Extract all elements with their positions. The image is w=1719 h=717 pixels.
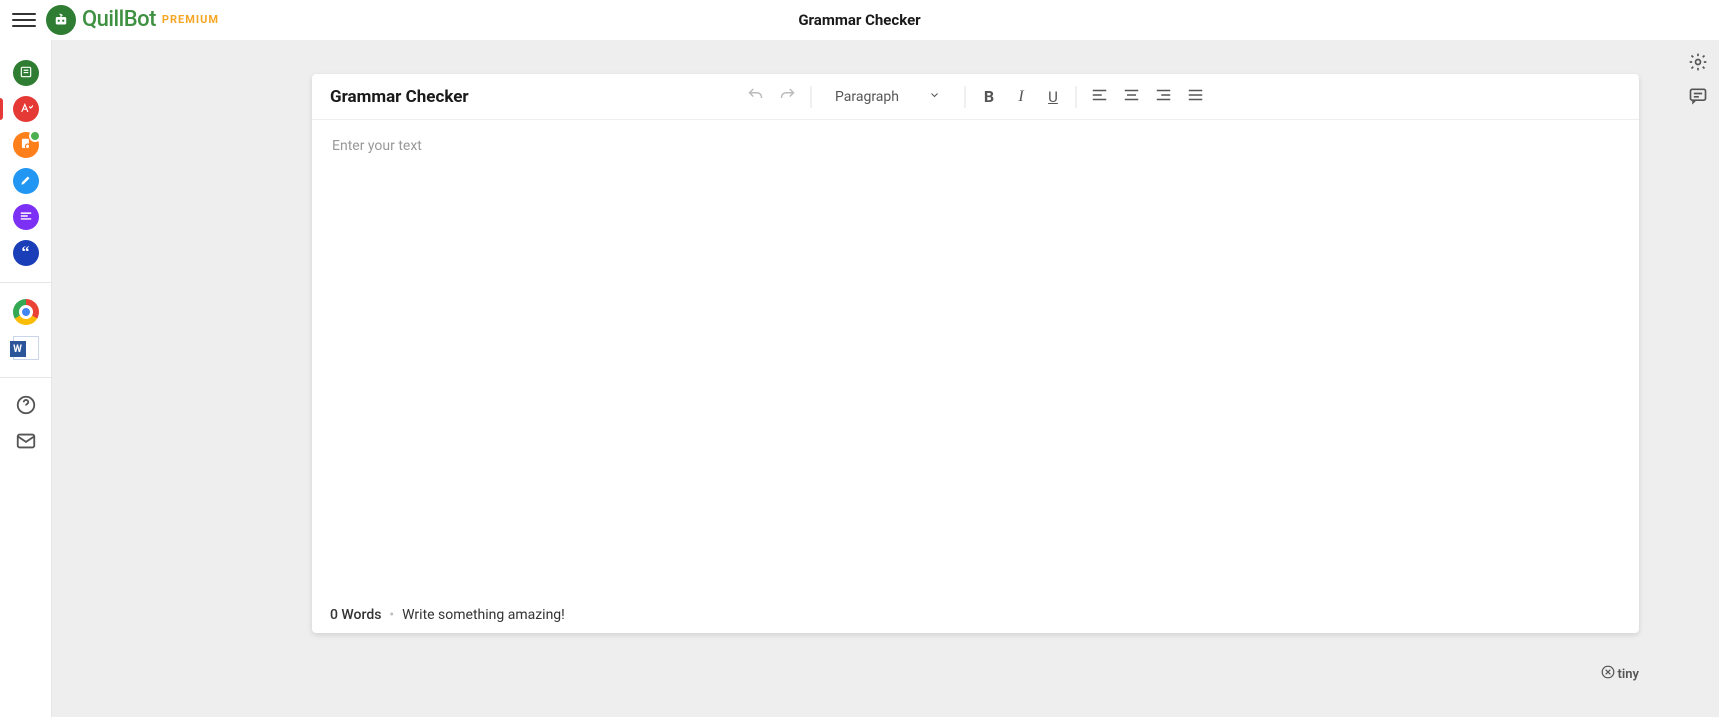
brand-name: QuillBot <box>82 7 156 32</box>
toolbar-divider <box>965 86 966 108</box>
block-format-label: Paragraph <box>835 89 899 105</box>
sidebar-tool-paraphraser[interactable] <box>13 60 39 86</box>
tiny-icon <box>1601 665 1615 683</box>
mail-icon <box>15 430 37 456</box>
editor-footer: 0 Words • Write something amazing! <box>312 597 1639 633</box>
sidebar-separator <box>0 282 51 283</box>
settings-button[interactable] <box>1686 52 1710 76</box>
help-icon <box>15 394 37 420</box>
editor-toolbar: Grammar Checker Paragraph B <box>312 74 1639 120</box>
powered-by-tiny[interactable]: tiny <box>1601 665 1639 683</box>
sidebar-tool-grammar-checker[interactable] <box>13 96 39 122</box>
page-title: Grammar Checker <box>798 11 920 29</box>
italic-icon: I <box>1018 88 1023 106</box>
undo-icon <box>746 86 764 108</box>
align-center-icon <box>1123 86 1141 108</box>
align-justify-icon <box>1187 86 1205 108</box>
editor-title: Grammar Checker <box>330 87 469 107</box>
editor-card: Grammar Checker Paragraph B <box>312 74 1639 633</box>
plagiarism-icon <box>19 136 33 155</box>
bold-button[interactable]: B <box>974 82 1004 112</box>
main-area: Grammar Checker Paragraph B <box>52 40 1677 717</box>
align-left-icon <box>1091 86 1109 108</box>
footer-group <box>0 394 51 456</box>
sidebar-separator-2 <box>0 377 51 378</box>
sidebar-extension-chrome[interactable] <box>13 299 39 325</box>
gear-icon <box>1688 52 1708 76</box>
right-rail <box>1677 40 1719 717</box>
chevron-down-icon <box>929 89 941 105</box>
quillbot-logo-icon <box>46 5 76 35</box>
sidebar-help-button[interactable] <box>13 394 39 420</box>
block-format-select[interactable]: Paragraph <box>825 82 951 112</box>
comment-icon <box>1688 86 1708 110</box>
word-count: 0 Words <box>330 607 381 623</box>
undo-button[interactable] <box>740 82 770 112</box>
toolbar-controls: Paragraph B I U <box>740 82 1211 112</box>
citation-icon: “ <box>22 244 30 262</box>
left-sidebar: “ <box>0 40 52 717</box>
toolbar-divider <box>1076 86 1077 108</box>
tiny-label: tiny <box>1618 667 1639 682</box>
cowriter-icon <box>19 172 33 191</box>
toolbar-divider <box>810 86 811 108</box>
underline-button[interactable]: U <box>1038 82 1068 112</box>
menu-toggle-button[interactable] <box>12 8 36 32</box>
redo-icon <box>778 86 796 108</box>
top-header: QuillBot PREMIUM Grammar Checker <box>0 0 1719 40</box>
editor-placeholder: Enter your text <box>332 138 422 154</box>
align-justify-button[interactable] <box>1181 82 1211 112</box>
align-right-button[interactable] <box>1149 82 1179 112</box>
footer-separator-dot: • <box>389 607 394 623</box>
grammar-icon <box>19 100 33 119</box>
app-body: “ Grammar Checker <box>0 40 1719 717</box>
brand-logo[interactable]: QuillBot PREMIUM <box>46 5 219 35</box>
align-left-button[interactable] <box>1085 82 1115 112</box>
word-icon <box>13 336 39 360</box>
paraphrase-icon <box>19 64 33 83</box>
summarizer-icon <box>19 208 33 227</box>
extensions-group <box>0 299 51 361</box>
align-right-icon <box>1155 86 1173 108</box>
redo-button[interactable] <box>772 82 802 112</box>
sidebar-extension-word[interactable] <box>13 335 39 361</box>
sidebar-tool-plagiarism[interactable] <box>13 132 39 158</box>
bold-icon: B <box>984 87 994 106</box>
tools-group: “ <box>0 60 51 266</box>
underline-icon: U <box>1048 88 1058 106</box>
sidebar-tool-summarizer[interactable] <box>13 204 39 230</box>
sidebar-contact-button[interactable] <box>13 430 39 456</box>
chrome-icon <box>13 299 39 325</box>
sidebar-tool-cowriter[interactable] <box>13 168 39 194</box>
sidebar-tool-citation[interactable]: “ <box>13 240 39 266</box>
feedback-button[interactable] <box>1686 86 1710 110</box>
italic-button[interactable]: I <box>1006 82 1036 112</box>
editor-textarea[interactable]: Enter your text <box>312 120 1639 597</box>
footer-message: Write something amazing! <box>402 607 565 623</box>
align-center-button[interactable] <box>1117 82 1147 112</box>
premium-badge: PREMIUM <box>162 13 219 26</box>
